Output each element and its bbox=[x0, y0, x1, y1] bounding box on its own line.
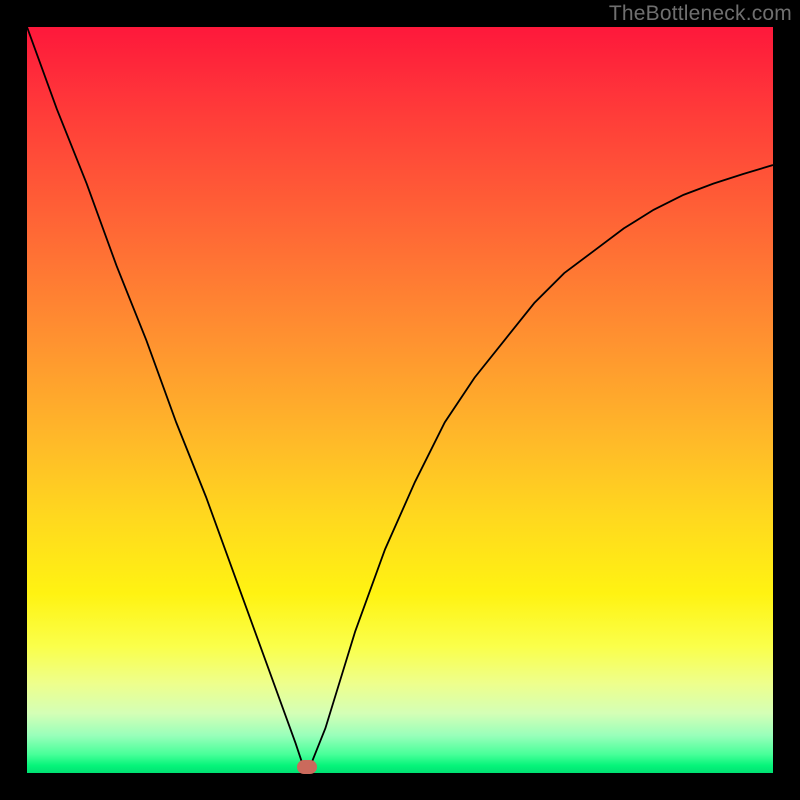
bottleneck-curve bbox=[27, 27, 773, 766]
chart-frame: TheBottleneck.com bbox=[0, 0, 800, 800]
plot-area bbox=[27, 27, 773, 773]
watermark-text: TheBottleneck.com bbox=[609, 2, 792, 26]
min-marker bbox=[297, 760, 317, 774]
curve-svg bbox=[27, 27, 773, 773]
